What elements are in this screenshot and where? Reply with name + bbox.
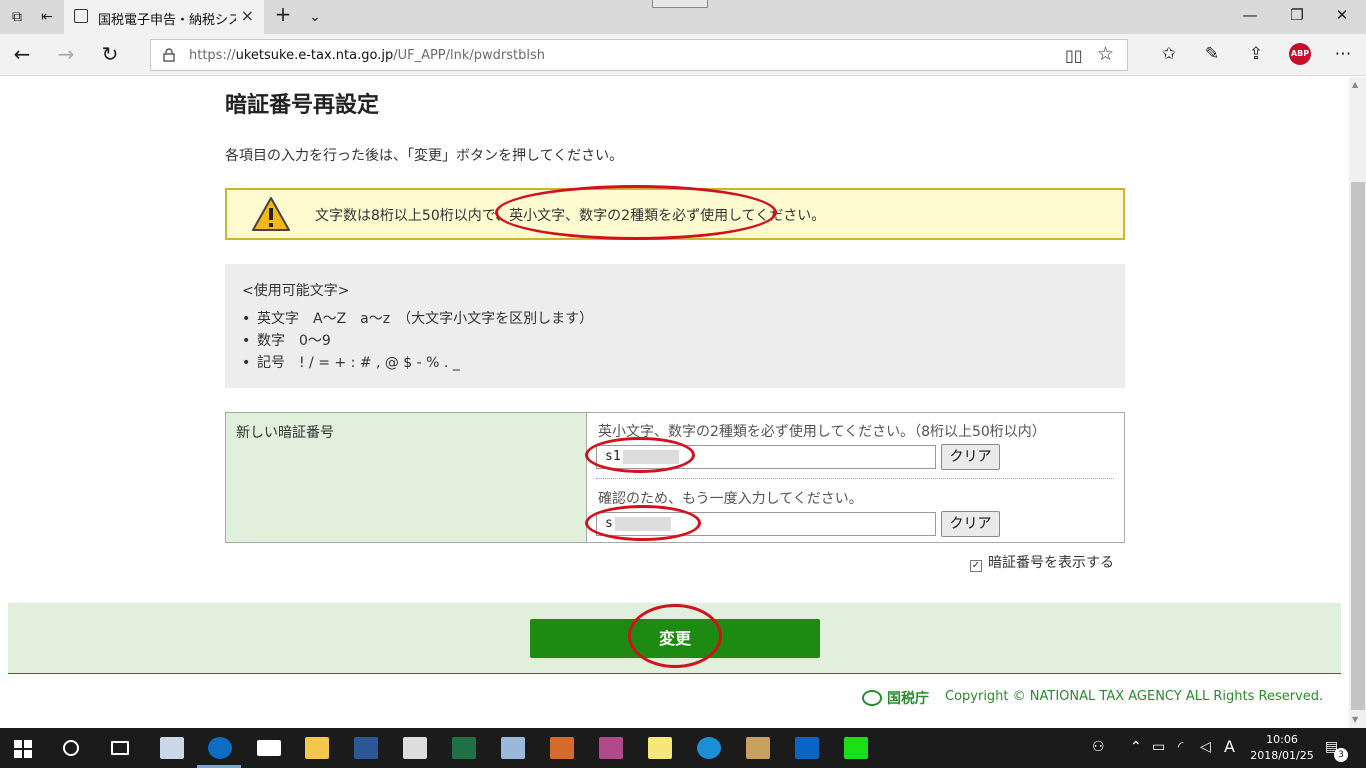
restore-button[interactable]: ❐ [1277, 6, 1317, 24]
clear-new-password-button[interactable]: クリア [941, 444, 1000, 470]
favorite-star-icon[interactable]: ☆ [1097, 43, 1114, 65]
people-icon[interactable]: ⚇ [1092, 739, 1105, 755]
new-password-label: 新しい暗証番号 [236, 425, 334, 441]
clock-date[interactable]: 2018/01/25 [1244, 749, 1320, 762]
paint-icon[interactable] [501, 737, 525, 759]
annotation-ellipse [628, 604, 722, 668]
toolbox-app-icon[interactable] [550, 737, 574, 759]
agency-logo: 国税庁 [862, 688, 929, 708]
web-note-icon[interactable]: ✎ [1199, 44, 1225, 64]
allowed-characters-box: <使用可能文字> 英文字 A～Z a～z （大文字小文字を区別します） 数字 0… [225, 264, 1125, 388]
url-text: https://uketsuke.e-tax.nta.go.jp/UF_APP/… [189, 48, 546, 63]
volume-icon[interactable]: ◁ [1200, 739, 1211, 755]
internet-explorer-icon[interactable] [697, 737, 721, 759]
scroll-up-icon[interactable]: ▲ [1352, 80, 1358, 89]
page-viewport: 暗証番号再設定 各項目の入力を行った後は、「変更」ボタンを押してください。 文字… [0, 77, 1349, 728]
green-app-icon[interactable] [844, 737, 868, 759]
browser-toolbar: ← → ↻ https://uketsuke.e-tax.nta.go.jp/U… [0, 34, 1366, 76]
form-label-cell: 新しい暗証番号 [226, 413, 587, 542]
notification-count: 3 [1334, 748, 1348, 762]
warning-icon [252, 197, 290, 231]
checkbox-icon[interactable]: ✓ [970, 560, 982, 572]
outlook-icon[interactable] [795, 737, 819, 759]
scrollbar-thumb[interactable] [1351, 182, 1365, 710]
excel-icon[interactable] [452, 737, 476, 759]
browser-tab-bar: ⧉ ⇤ 国税電子申告・納税シス × + ⌄ — ❐ ✕ [0, 0, 1366, 34]
store-icon[interactable] [403, 737, 427, 759]
tab-title: 国税電子申告・納税シス [98, 13, 236, 28]
agency-seal-icon [862, 690, 882, 706]
tab-manager-icon[interactable]: ⧉ [8, 8, 26, 26]
back-button[interactable]: ← [10, 43, 34, 67]
set-aside-tabs-icon[interactable]: ⇤ [38, 8, 56, 26]
minimize-button[interactable]: — [1230, 6, 1270, 24]
page-title: 暗証番号再設定 [225, 93, 380, 118]
file-explorer-icon[interactable] [305, 737, 329, 759]
clock-time[interactable]: 10:06 [1262, 733, 1302, 746]
favorites-hub-icon[interactable]: ✩ [1156, 44, 1182, 64]
annotation-ellipse [585, 505, 701, 541]
share-icon[interactable]: ⇪ [1243, 44, 1269, 64]
show-password-label: 暗証番号を表示する [988, 555, 1114, 571]
scanner-app-icon[interactable] [160, 737, 184, 759]
reading-view-icon[interactable]: ▯▯ [1065, 46, 1083, 65]
copyright-text: Copyright © NATIONAL TAX AGENCY ALL Righ… [945, 689, 1324, 704]
list-item: 数字 0～9 [242, 330, 593, 352]
show-password-toggle[interactable]: ✓ 暗証番号を表示する [970, 552, 1114, 572]
close-window-button[interactable]: ✕ [1322, 6, 1362, 24]
wifi-icon[interactable]: ◜ [1178, 739, 1183, 755]
scroll-down-icon[interactable]: ▼ [1352, 715, 1358, 724]
page-favicon-icon [74, 9, 88, 23]
more-menu-icon[interactable]: ⋯ [1330, 44, 1356, 64]
battery-icon[interactable]: ▭ [1152, 739, 1165, 755]
tab-active[interactable]: 国税電子申告・納税シス × [64, 0, 264, 34]
list-item: 英文字 A～Z a～z （大文字小文字を区別します） [242, 308, 593, 330]
start-button[interactable] [14, 740, 32, 758]
word-icon[interactable] [354, 737, 378, 759]
palette-app-icon[interactable] [599, 737, 623, 759]
windows-taskbar: ⚇ ⌃ ▭ ◜ ◁ A 10:06 2018/01/25 ▤ 3 [0, 728, 1366, 768]
instruction-text: 各項目の入力を行った後は、「変更」ボタンを押してください。 [225, 148, 624, 164]
field-divider [596, 478, 1114, 479]
calendar-app-icon[interactable] [746, 737, 770, 759]
ime-indicator[interactable]: A [1224, 737, 1235, 756]
annotation-ellipse [495, 185, 777, 240]
list-item: 記号 ! / = + : # , @ $ - % . _ [242, 352, 593, 374]
allowed-characters-list: 英文字 A～Z a～z （大文字小文字を区別します） 数字 0～9 記号 ! /… [242, 308, 593, 374]
refresh-button[interactable]: ↻ [98, 43, 122, 67]
chevron-down-icon[interactable]: ⌄ [306, 8, 324, 26]
sticky-notes-icon[interactable] [648, 737, 672, 759]
close-tab-icon[interactable]: × [241, 6, 254, 25]
mail-icon[interactable] [257, 740, 281, 756]
lock-icon [163, 48, 175, 62]
window-drag-handle[interactable] [652, 0, 708, 8]
allowed-characters-title: <使用可能文字> [242, 283, 350, 299]
new-tab-button[interactable]: + [274, 4, 292, 24]
adblock-extension-icon[interactable]: ABP [1289, 43, 1311, 65]
task-view-icon[interactable] [111, 741, 129, 755]
show-hidden-icons-icon[interactable]: ⌃ [1130, 739, 1142, 755]
clear-confirm-password-button[interactable]: クリア [941, 511, 1000, 537]
forward-button[interactable]: → [54, 43, 78, 67]
cortana-search-icon[interactable] [63, 740, 79, 756]
address-bar[interactable]: https://uketsuke.e-tax.nta.go.jp/UF_APP/… [150, 39, 1128, 71]
annotation-ellipse [585, 437, 695, 473]
edge-browser-icon[interactable] [208, 737, 232, 759]
